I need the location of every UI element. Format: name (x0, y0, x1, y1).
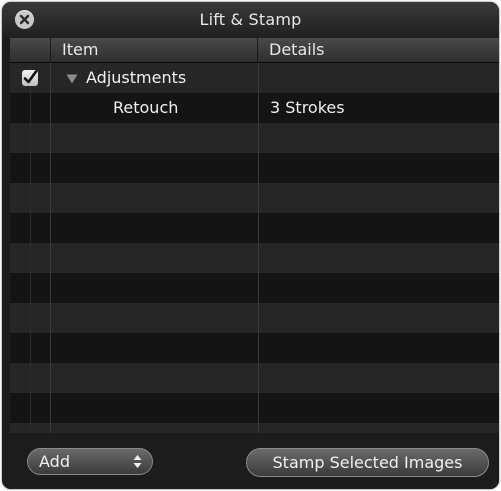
add-popup-button[interactable]: Add (27, 448, 153, 475)
column-header: Item Details (10, 38, 499, 63)
column-header-details[interactable]: Details (259, 38, 499, 62)
add-popup-value: Add (39, 452, 70, 471)
table-row-retouch[interactable]: Retouch 3 Strokes (10, 93, 499, 123)
up-down-arrows-icon (133, 455, 142, 468)
table-row-adjustments[interactable]: Adjustments (10, 63, 499, 93)
disclosure-triangle-down-icon[interactable] (66, 74, 78, 84)
checkmark-icon (23, 70, 38, 84)
row-item-label: Retouch (113, 98, 179, 117)
window-title: Lift & Stamp (199, 10, 302, 29)
row-details-label: 3 Strokes (270, 98, 345, 117)
title-bar[interactable]: Lift & Stamp (2, 2, 499, 38)
stamp-selected-images-button[interactable]: Stamp Selected Images (246, 448, 489, 477)
row-item-label: Adjustments (86, 68, 187, 87)
column-header-checkbox[interactable] (10, 38, 51, 62)
row-checkbox[interactable] (22, 70, 38, 86)
column-header-item[interactable]: Item (51, 38, 258, 62)
table-body[interactable]: Adjustments Retouch 3 Strokes (10, 63, 499, 433)
bottom-bar: Add Stamp Selected Images (2, 434, 499, 489)
lift-stamp-window: Lift & Stamp Item Details Adjustments Re… (2, 2, 499, 489)
